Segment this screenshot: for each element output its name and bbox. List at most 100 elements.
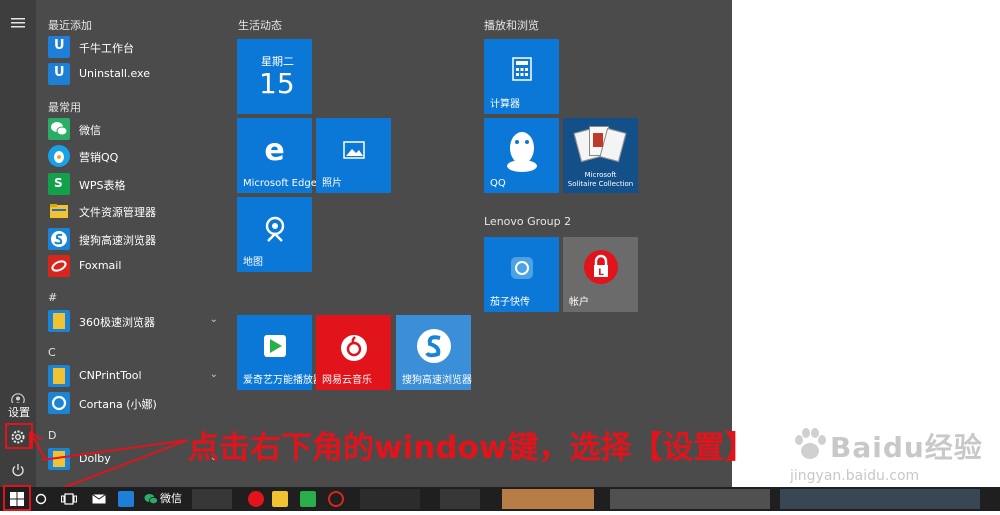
app-label: CNPrintTool [79,369,142,382]
folder-icon [48,365,70,387]
app-item-qianniu[interactable]: U 千牛工作台 [48,36,228,60]
photos-icon [316,136,391,166]
sogou-browser-icon [48,228,70,250]
tile-photos[interactable]: 照片 [316,118,391,193]
netease-music-icon [316,333,391,370]
maps-camera-icon [237,215,312,250]
hamburger-icon[interactable] [6,11,30,35]
tile-calendar[interactable]: 星期二 15 [237,39,312,114]
task-view-button[interactable] [60,487,78,511]
tile-label: 搜狗高速浏览器 [402,375,472,386]
calculator-icon [484,57,559,88]
cortana-icon [48,392,70,414]
blurred-system-tray [610,489,770,509]
chevron-down-icon[interactable]: ⌄ [210,369,218,380]
tile-label: 爱奇艺万能播放器 [243,375,323,386]
group-header-lenovo: Lenovo Group 2 [484,215,572,228]
qianniu-taskbar-icon[interactable] [118,491,134,507]
group-header-play: 播放和浏览 [484,19,539,32]
app-item-360-browser[interactable]: 360极速浏览器 ⌄ [48,310,228,334]
app-label: Foxmail [79,259,122,272]
tile-calculator[interactable]: 计算器 [484,39,559,114]
app-item-uninstall[interactable]: U Uninstall.exe [48,63,228,87]
paw-icon [795,428,826,459]
start-menu: 设置 最近添加 U 千牛工作台 U Uninstall.exe 最常用 微信 营… [0,0,732,487]
tile-label: Microsoft Edge [243,178,317,189]
mail-taskbar-button[interactable] [90,487,108,511]
calendar-day: 15 [259,67,295,100]
tile-label: 照片 [322,178,342,189]
svg-text:L: L [598,268,604,278]
solitaire-label-line1: Microsoft [584,171,617,179]
section-c-header: C [48,346,56,359]
tile-edge[interactable]: e Microsoft Edge [237,118,317,193]
tile-label: 帐户 [569,297,589,308]
tiles-area: 生活动态 播放和浏览 Lenovo Group 2 星期二 15 e Micro… [232,0,732,487]
tile-label: 地图 [243,257,263,268]
app-item-yingxiao-qq[interactable]: 营销QQ [48,145,228,169]
wechat-icon [144,494,158,505]
app-label: 营销QQ [79,151,119,164]
settings-tooltip: 设置 [6,403,32,421]
app-item-wps[interactable]: S WPS表格 [48,173,228,197]
shareit-icon [484,255,559,288]
foxmail-taskbar-icon[interactable] [328,491,344,507]
app-label: WPS表格 [79,179,126,192]
app-item-wechat[interactable]: 微信 [48,118,228,142]
foxmail-icon [48,255,70,277]
app-label: 文件资源管理器 [79,206,156,219]
section-d-header: D [48,429,57,442]
watermark-url: jingyan.baidu.com [790,468,920,484]
uninstall-icon: U [48,63,70,85]
tile-netease-music[interactable]: 网易云音乐 [316,315,391,390]
sogou-browser-icon [396,327,471,372]
edge-icon: e [264,133,285,168]
start-rail: 设置 [0,0,36,487]
app-label: Cortana (小娜) [79,398,157,411]
app-item-cortana[interactable]: Cortana (小娜) [48,392,228,416]
netease-taskbar-icon[interactable] [248,491,264,507]
tile-label: 茄子快传 [490,297,530,308]
app-item-cnprinttool[interactable]: CNPrintTool ⌄ [48,365,228,389]
app-item-explorer[interactable]: 文件资源管理器 [48,200,228,224]
cortana-search-button[interactable] [34,487,48,511]
folder-taskbar-icon[interactable] [272,491,288,507]
blurred-taskbar-item [192,489,232,509]
task-view-icon [61,493,77,505]
section-hash-header: # [48,291,58,304]
tile-label: 网易云音乐 [322,375,372,386]
tile-label: 计算器 [490,99,520,110]
wechat-taskbar-button[interactable]: 微信 [140,487,186,511]
power-icon[interactable] [6,458,30,482]
qianniu-icon: U [48,36,70,58]
blurred-taskbar-item [360,489,420,509]
start-highlight-box [3,485,31,511]
most-used-header: 最常用 [48,101,81,114]
blurred-taskbar-item [440,489,480,509]
tile-sogou-browser[interactable]: 搜狗高速浏览器 [396,315,472,390]
app-item-sogou-browser[interactable]: 搜狗高速浏览器 [48,228,228,252]
tile-qq[interactable]: QQ [484,118,559,193]
instruction-annotation: 点击右下角的window键，选择【设置】 [188,430,756,466]
tile-maps[interactable]: 地图 [237,197,312,272]
app-list: 最近添加 U 千牛工作台 U Uninstall.exe 最常用 微信 营销QQ… [36,0,232,487]
mail-icon [92,494,106,504]
wps-sheet-icon: S [48,173,70,195]
solitaire-cards-icon [573,124,629,168]
iqiyi-taskbar-icon[interactable] [300,491,316,507]
chevron-down-icon[interactable]: ⌄ [210,314,218,325]
folder-icon [48,200,70,222]
folder-icon [48,310,70,332]
app-label: 360极速浏览器 [79,316,155,329]
tile-iqiyi[interactable]: 爱奇艺万能播放器 [237,315,323,390]
yingxiao-qq-icon [48,145,70,167]
app-label: 搜狗高速浏览器 [79,234,156,247]
solitaire-label-line2: Solitaire Collection [567,180,634,188]
tile-solitaire[interactable]: Microsoft Solitaire Collection [563,118,638,193]
recently-added-header: 最近添加 [48,19,92,32]
search-circle-icon [35,493,47,505]
wechat-taskbar-label: 微信 [160,492,182,505]
tile-lenovo-shareit[interactable]: 茄子快传 [484,237,559,312]
app-item-foxmail[interactable]: Foxmail [48,255,228,279]
tile-account[interactable]: L 帐户 [563,237,638,312]
